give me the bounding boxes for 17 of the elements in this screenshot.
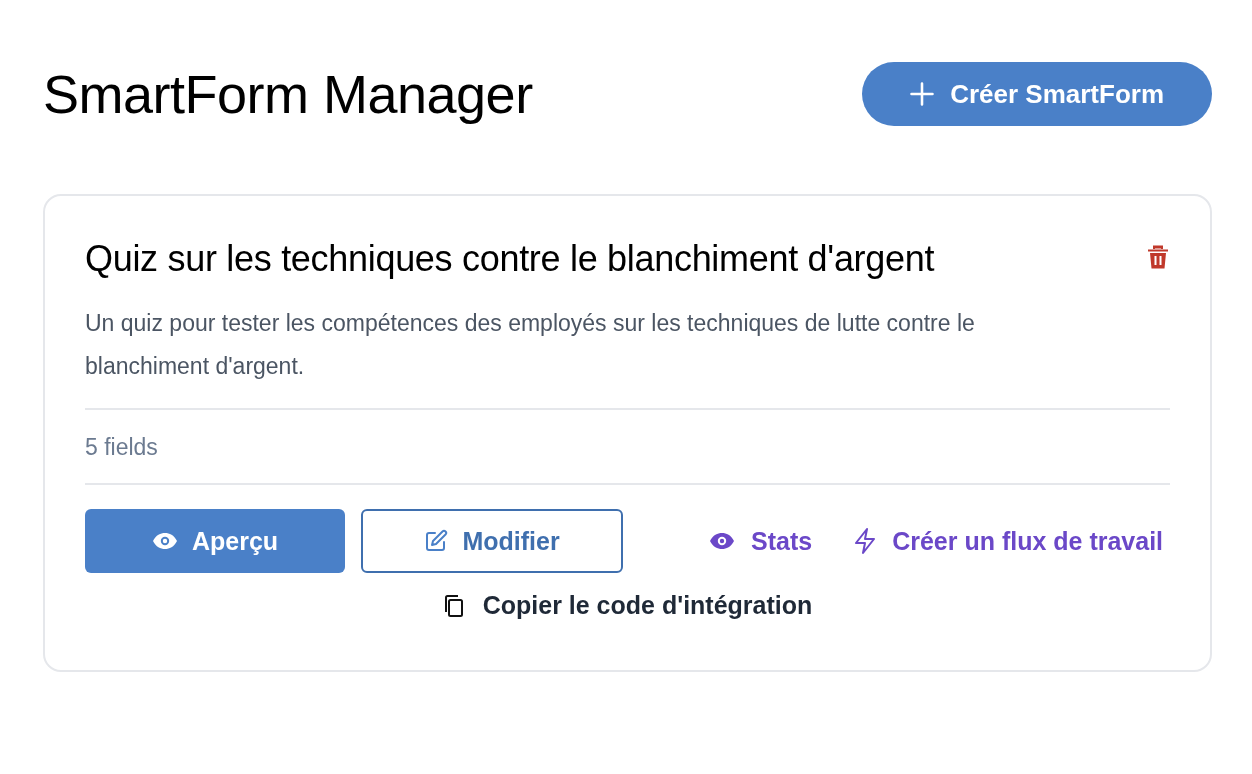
action-button[interactable]: Modifier xyxy=(361,509,623,573)
action-button[interactable]: Aperçu xyxy=(85,509,345,573)
lightning-icon xyxy=(854,528,877,554)
delete-icon[interactable] xyxy=(1146,244,1170,270)
eye-icon xyxy=(709,532,735,550)
eye-icon xyxy=(151,532,178,550)
action-link[interactable]: Créer un flux de travail xyxy=(854,509,1164,573)
copy-icon xyxy=(442,593,465,618)
edit-icon xyxy=(424,529,449,553)
copy-embed-button[interactable]: Copier le code d'intégration xyxy=(442,591,813,620)
form-description: Un quiz pour tester les compétences des employés sur les techniques de lutte contre le blanchiment d'argent. xyxy=(85,309,976,381)
field-count: 5 fields xyxy=(85,433,159,462)
form-title: Quiz sur les techniques contre le blanchiment d'argent xyxy=(85,238,935,280)
create-button[interactable]: Créer SmartForm xyxy=(862,62,1212,126)
page-title: SmartForm Manager xyxy=(43,63,533,125)
plus-icon xyxy=(908,80,937,108)
action-link[interactable]: Stats xyxy=(709,509,813,573)
